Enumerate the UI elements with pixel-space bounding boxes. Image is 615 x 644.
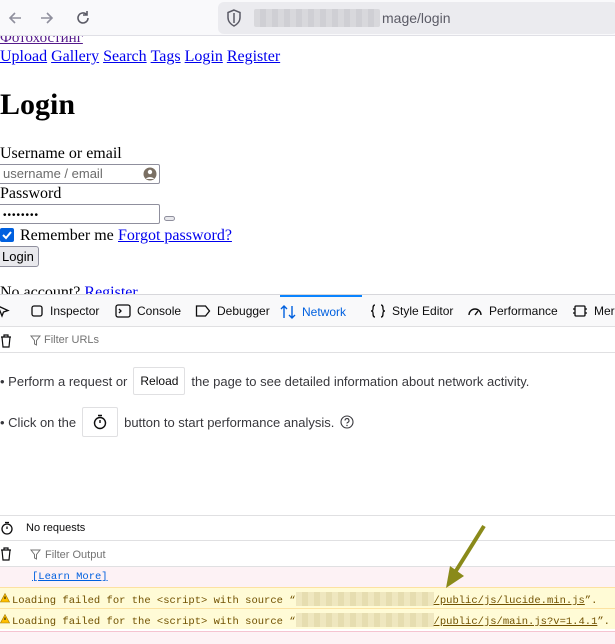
username-label: Username or email [0, 145, 122, 162]
console-filter-bar: Filter Output [0, 540, 615, 567]
network-icon [280, 305, 296, 319]
tab-memory[interactable]: Mer [572, 295, 615, 327]
no-account-label: No account? [0, 284, 81, 294]
tab-performance[interactable]: Performance [467, 295, 558, 327]
stopwatch-icon [1, 521, 13, 535]
warning-icon [0, 614, 10, 624]
nav-search[interactable]: Search [103, 48, 147, 65]
remember-me-checkbox[interactable] [0, 228, 14, 242]
warning-icon [0, 593, 10, 603]
username-placeholder: username / email [3, 166, 103, 181]
password-manager-icon [143, 167, 157, 181]
console-warning-row: Loading failed for the <script> with sou… [0, 608, 615, 629]
redacted-host [295, 592, 434, 606]
network-filter-bar: Filter URLs [0, 328, 615, 353]
gauge-icon [468, 308, 482, 316]
trash-icon[interactable] [0, 547, 12, 561]
console-error-row-partial [0, 631, 615, 644]
console-icon [115, 304, 131, 318]
shield-icon [227, 9, 241, 27]
help-icon[interactable] [340, 415, 354, 429]
checkmark-icon [2, 231, 12, 240]
start-performance-button[interactable] [82, 407, 119, 437]
redacted-host [295, 613, 434, 627]
forgot-password-link[interactable]: Forgot password? [118, 227, 232, 245]
tab-network[interactable]: Network [280, 295, 362, 327]
site-nav: Upload Gallery Search Tags Login Register [0, 48, 284, 66]
devtools-panel: Inspector Console Debugger Network Style… [0, 294, 615, 644]
filter-output-input[interactable]: Filter Output [45, 549, 106, 561]
password-label: Password [0, 185, 62, 202]
network-empty-message-1: • Perform a request or Reload the page t… [0, 367, 529, 395]
annotation-arrow-icon [446, 524, 486, 588]
filter-icon [30, 335, 41, 346]
nav-login[interactable]: Login [185, 48, 223, 65]
url-bar[interactable]: mage/login [218, 2, 615, 34]
braces-icon [370, 304, 386, 318]
memory-icon [573, 305, 587, 317]
register-link[interactable]: Register [84, 284, 137, 294]
reload-icon [77, 11, 89, 24]
site-brand-link[interactable]: Фотохостинг [0, 36, 83, 47]
url-text: mage/login [382, 10, 451, 26]
url-redacted-segment [254, 9, 380, 27]
no-requests-status: No requests [26, 521, 86, 534]
page-title: Login [0, 88, 76, 121]
nav-register[interactable]: Register [227, 48, 280, 65]
remember-me-label: Remember me [20, 227, 114, 244]
nav-gallery[interactable]: Gallery [51, 48, 99, 65]
password-value: •••••••• [3, 210, 40, 221]
console-error-row: [Learn More] [0, 567, 615, 587]
source-link[interactable]: /public/js/lucide.min.js [434, 595, 585, 607]
password-input[interactable]: •••••••• [0, 204, 160, 224]
trash-icon[interactable] [0, 334, 12, 348]
stopwatch-icon [93, 414, 107, 430]
network-empty-message-2: • Click on the button to start performan… [0, 407, 354, 437]
nav-tags[interactable]: Tags [151, 48, 181, 65]
tab-console[interactable]: Console [115, 295, 181, 327]
nav-upload[interactable]: Upload [0, 48, 47, 65]
tab-style-editor[interactable]: Style Editor [370, 295, 453, 327]
username-input[interactable]: username / email [0, 164, 160, 184]
arrow-left-icon [8, 12, 21, 24]
reload-page-button[interactable]: Reload [133, 367, 186, 395]
devtools-tabs: Inspector Console Debugger Network Style… [0, 295, 615, 327]
debugger-icon [195, 305, 211, 317]
tab-debugger[interactable]: Debugger [195, 295, 270, 327]
inspector-icon [31, 305, 43, 317]
login-page: Фотохостинг Upload Gallery Search Tags Login… [0, 36, 615, 294]
filter-urls-input[interactable]: Filter URLs [44, 334, 99, 346]
source-link[interactable]: /public/js/main.js?v=1.4.1 [434, 616, 598, 628]
filter-icon [30, 549, 41, 560]
login-button[interactable]: Login [0, 246, 39, 267]
forward-button[interactable] [34, 5, 60, 31]
reload-button[interactable] [70, 5, 96, 31]
console-warning-row: Loading failed for the <script> with sou… [0, 587, 615, 608]
element-picker-button[interactable] [0, 295, 16, 327]
network-status-bar: No requests [0, 515, 615, 539]
tab-inspector[interactable]: Inspector [30, 295, 99, 327]
arrow-right-icon [41, 12, 54, 24]
show-password-button[interactable] [164, 216, 175, 221]
learn-more-link[interactable]: [Learn More] [32, 571, 108, 583]
no-account-text: No account? Register [0, 284, 138, 294]
picker-icon [0, 306, 10, 318]
browser-toolbar: mage/login [0, 0, 615, 36]
back-button[interactable] [2, 5, 28, 31]
